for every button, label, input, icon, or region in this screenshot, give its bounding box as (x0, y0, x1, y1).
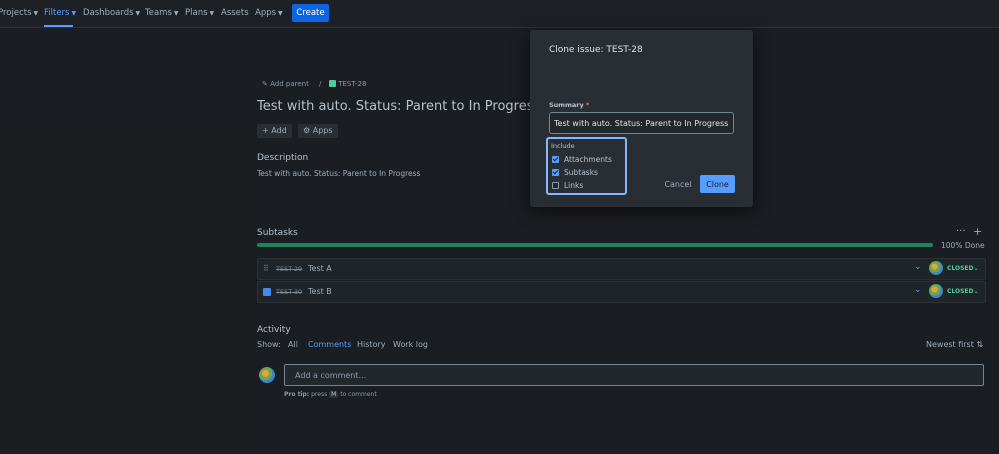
nav-filters[interactable]: Filters ▼ (44, 8, 76, 18)
apps-button-label: Apps (312, 126, 333, 135)
activity-heading: Activity (257, 325, 291, 335)
subtask-key[interactable]: TEST-29 (276, 265, 302, 273)
summary-label-text: Summary (549, 101, 584, 109)
nav-dashboards-label: Dashboards (83, 8, 134, 18)
subtask-name[interactable]: Test B (308, 287, 332, 296)
subtasks-heading: Subtasks (257, 228, 298, 238)
pro-tip: Pro tip: press M to comment (284, 391, 377, 398)
tab-comments[interactable]: Comments (308, 340, 351, 349)
chevron-down-icon: ▼ (135, 10, 141, 17)
links-label[interactable]: Links (564, 181, 583, 190)
protip-press: press (311, 391, 328, 398)
description-heading: Description (257, 153, 309, 163)
subtask-name[interactable]: Test A (308, 264, 332, 273)
chevron-down-icon: ⌄ (973, 288, 979, 295)
top-navigation: Projects ▼ Filters ▼ Dashboards ▼ Teams ▼ Pl… (0, 0, 999, 28)
nav-teams-label: Teams (145, 8, 172, 18)
breadcrumb-separator: / (319, 80, 322, 88)
drag-handle-icon[interactable]: ⠿ (263, 264, 269, 273)
apps-icon: ⚙ (303, 126, 311, 135)
chevron-down-icon: ▼ (173, 10, 179, 17)
create-button[interactable]: Create (292, 4, 329, 22)
description-text[interactable]: Test with auto. Status: Parent to In Pro… (257, 169, 420, 178)
dialog-title: Clone issue: TEST-28 (549, 45, 643, 55)
subtask-row[interactable]: ⠿ TEST-29 Test A ⌄ CLOSED⌄ (257, 258, 986, 280)
modal-backdrop (0, 28, 999, 454)
add-parent-link[interactable]: ✎ Add parent (262, 80, 309, 88)
status-label: CLOSED (947, 288, 974, 295)
protip-key: M (329, 391, 339, 398)
nav-filters-label: Filters (44, 8, 70, 18)
comment-input[interactable]: Add a comment... (284, 364, 984, 386)
subtasks-checkbox[interactable] (552, 169, 559, 176)
chevron-down-icon: ▼ (278, 10, 283, 17)
include-options-group: Include Attachments Subtasks Links (546, 137, 627, 195)
chevron-down-icon: ⌄ (973, 265, 979, 272)
nav-active-indicator (44, 25, 73, 27)
sort-toggle[interactable]: Newest first ⇅ (926, 340, 983, 349)
nav-plans-label: Plans (185, 8, 208, 18)
clone-button[interactable]: Clone (700, 175, 735, 193)
nav-projects[interactable]: Projects ▼ (0, 8, 38, 18)
add-parent-label: Add parent (270, 80, 309, 88)
subtasks-label[interactable]: Subtasks (564, 168, 598, 177)
sort-icon: ⇅ (976, 340, 984, 349)
tab-all[interactable]: All (288, 340, 298, 349)
plus-icon: + (262, 126, 269, 135)
include-label: Include (551, 142, 575, 150)
add-subtask-icon[interactable]: + (973, 225, 982, 238)
tab-history[interactable]: History (357, 340, 385, 349)
add-button[interactable]: + Add (257, 124, 292, 138)
priority-low-icon: ⌄ (914, 285, 922, 295)
links-checkbox[interactable] (552, 182, 559, 189)
status-badge[interactable]: CLOSED⌄ (947, 265, 979, 272)
summary-input[interactable] (549, 112, 734, 134)
sort-label: Newest first (926, 340, 974, 349)
assignee-avatar[interactable] (929, 284, 943, 298)
status-label: CLOSED (947, 265, 974, 272)
protip-prefix: Pro tip: (284, 391, 310, 398)
issue-key-label: TEST-28 (338, 80, 367, 88)
issue-type-icon (329, 80, 336, 87)
apps-button[interactable]: ⚙ Apps (298, 124, 338, 138)
tab-work-log[interactable]: Work log (393, 340, 428, 349)
issue-title[interactable]: Test with auto. Status: Parent to In Pro… (257, 99, 540, 114)
nav-dashboards[interactable]: Dashboards ▼ (83, 8, 140, 18)
chevron-down-icon: ▼ (209, 10, 215, 17)
assignee-avatar[interactable] (929, 261, 943, 275)
protip-suffix: to comment (340, 391, 377, 398)
progress-label: 100% Done (941, 241, 985, 250)
summary-label: Summary * (549, 101, 589, 109)
chevron-down-icon: ▼ (71, 10, 77, 17)
breadcrumb-issue-key[interactable]: TEST-28 (329, 80, 366, 88)
more-icon[interactable]: ··· (956, 226, 966, 237)
status-badge[interactable]: CLOSED⌄ (947, 288, 979, 295)
subtask-key[interactable]: TEST-30 (276, 288, 302, 296)
nav-projects-label: Projects (0, 8, 32, 18)
comment-placeholder: Add a comment... (295, 371, 367, 380)
subtasks-progress-bar (257, 243, 933, 247)
pencil-icon: ✎ (262, 80, 268, 88)
nav-apps-label: Apps (255, 8, 277, 18)
required-mark: * (585, 101, 590, 109)
priority-low-icon: ⌄ (914, 262, 922, 272)
nav-teams[interactable]: Teams ▼ (145, 8, 179, 18)
nav-apps[interactable]: Apps ▼ (255, 8, 283, 18)
subtask-type-icon (263, 288, 271, 296)
subtask-row[interactable]: TEST-30 Test B ⌄ CLOSED⌄ (257, 281, 986, 303)
attachments-label[interactable]: Attachments (564, 155, 612, 164)
attachments-checkbox[interactable] (552, 156, 559, 163)
chevron-down-icon: ▼ (33, 10, 39, 17)
avatar (259, 367, 275, 383)
show-label: Show: (257, 340, 281, 349)
clone-issue-dialog: Clone issue: TEST-28 Summary * Include A… (530, 30, 753, 207)
cancel-button[interactable]: Cancel (660, 175, 696, 193)
add-button-label: Add (271, 126, 287, 135)
nav-assets[interactable]: Assets (221, 8, 249, 18)
nav-plans[interactable]: Plans ▼ (185, 8, 214, 18)
